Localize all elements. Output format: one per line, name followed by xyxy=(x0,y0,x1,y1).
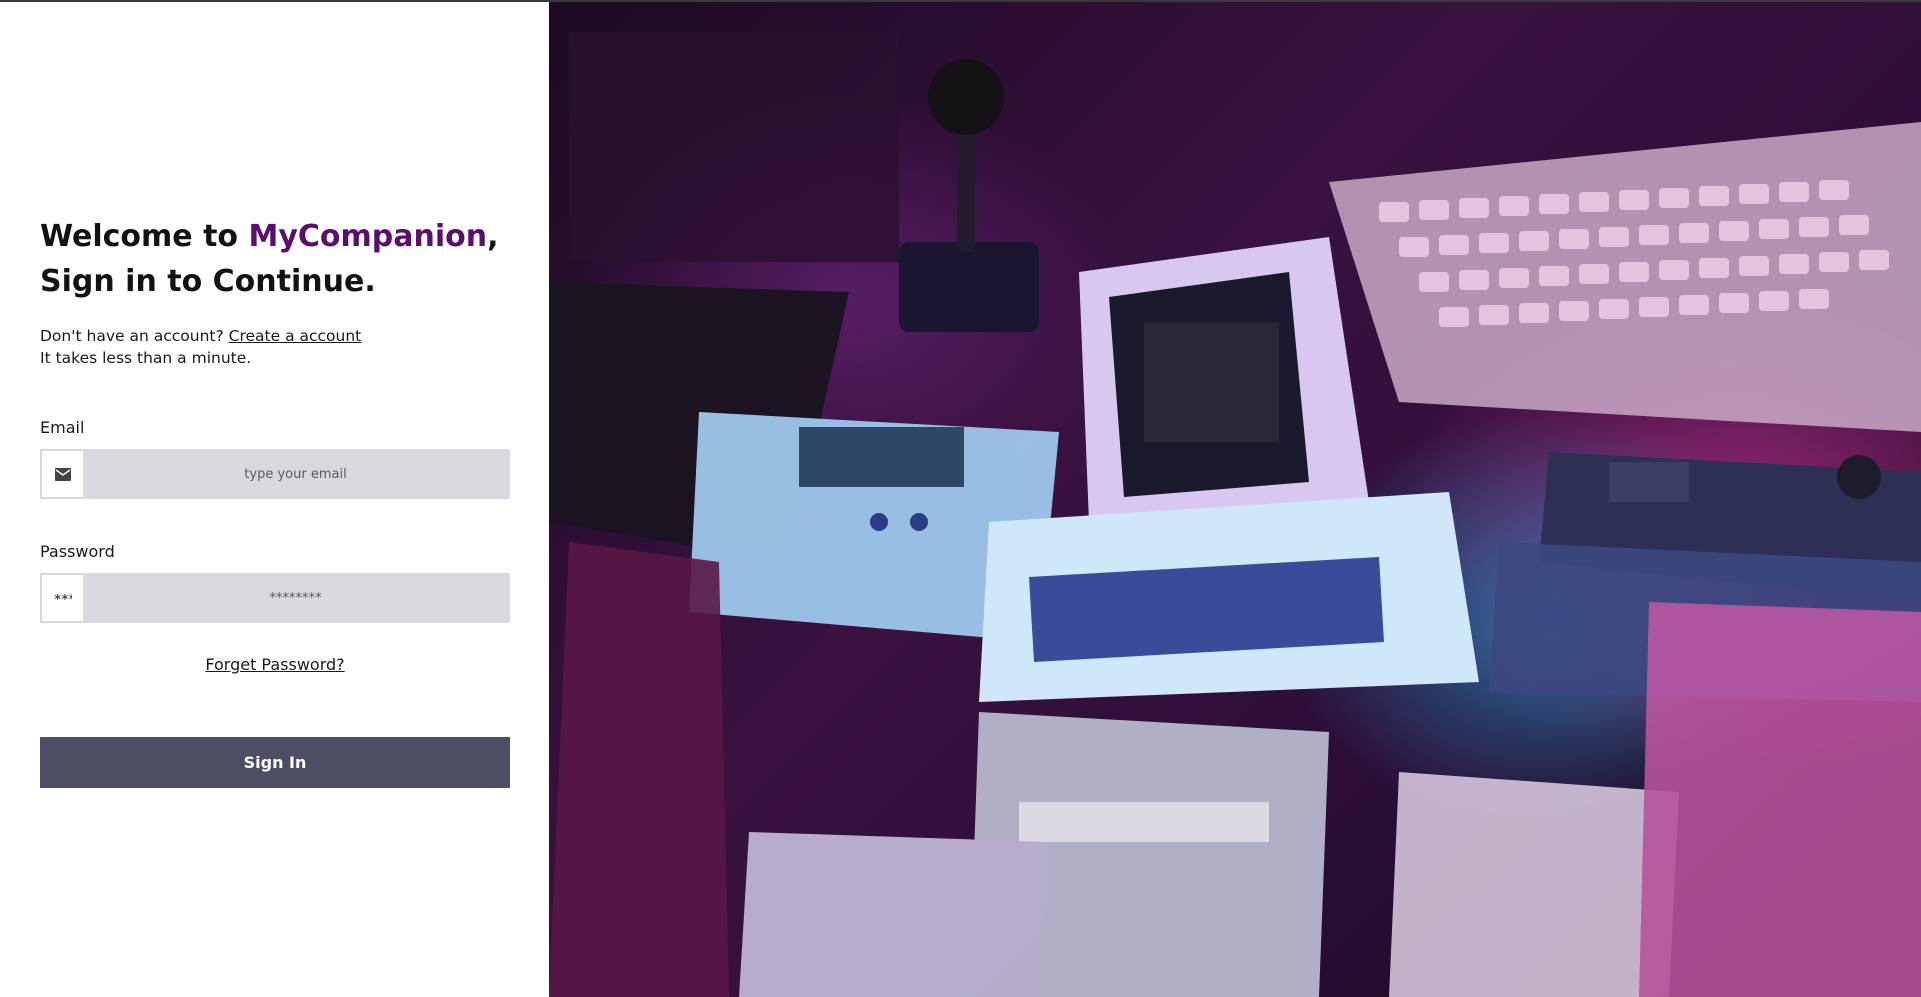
signup-prompt: Don't have an account? xyxy=(40,327,224,345)
signup-note: It takes less than a minute. xyxy=(40,349,252,367)
retro-computers-illustration xyxy=(549,32,1921,997)
password-field-wrapper: *** xyxy=(40,573,510,623)
password-dots-icon: *** xyxy=(42,575,83,621)
forgot-password-link[interactable]: Forget Password? xyxy=(205,655,344,674)
svg-text:***: *** xyxy=(54,593,72,603)
login-page: Welcome to MyCompanion, Sign in to Conti… xyxy=(0,0,1921,997)
mail-icon xyxy=(42,451,83,497)
title-line2: Sign in to Continue. xyxy=(40,264,376,299)
welcome-suffix: , xyxy=(487,219,499,254)
email-label: Email xyxy=(40,418,85,437)
password-label: Password xyxy=(40,542,115,561)
brand-name: MyCompanion xyxy=(248,219,488,254)
welcome-prefix: Welcome to xyxy=(40,219,249,254)
signup-hint: Don't have an account? Create a account … xyxy=(40,325,361,369)
email-input[interactable] xyxy=(83,451,508,497)
create-account-link[interactable]: Create a account xyxy=(229,327,362,345)
forgot-password-row: Forget Password? xyxy=(40,655,510,674)
hero-image xyxy=(549,2,1921,997)
email-field-wrapper xyxy=(40,449,510,499)
login-panel: Welcome to MyCompanion, Sign in to Conti… xyxy=(0,2,549,997)
page-title: Welcome to MyCompanion, Sign in to Conti… xyxy=(40,214,499,304)
sign-in-button[interactable]: Sign In xyxy=(40,737,510,788)
password-input[interactable] xyxy=(83,575,508,621)
